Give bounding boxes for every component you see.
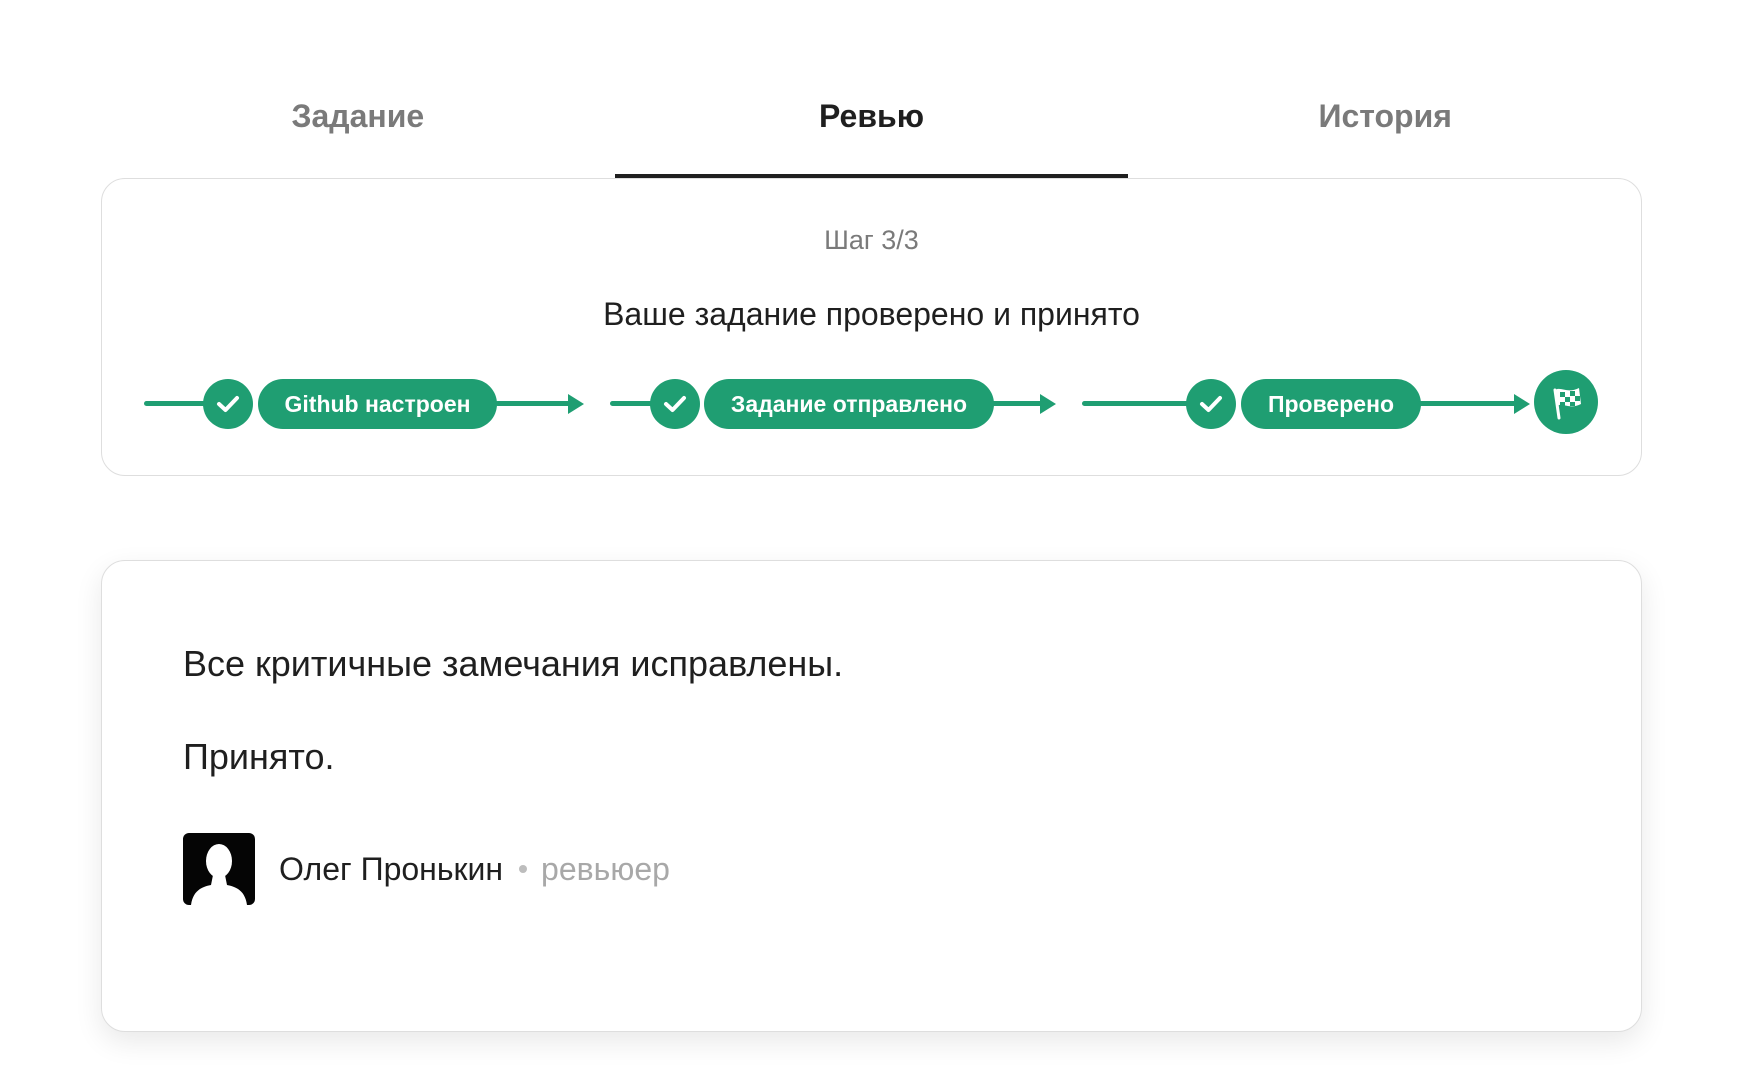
progress-line bbox=[990, 401, 1043, 406]
progress-line bbox=[1418, 401, 1518, 406]
status-title: Ваше задание проверено и принято bbox=[603, 296, 1140, 332]
step-label: Github настроен bbox=[284, 390, 471, 417]
step-check-circle bbox=[1186, 379, 1236, 429]
tab-task-label: Задание bbox=[291, 98, 425, 134]
tab-bar: Задание Ревью История bbox=[101, 55, 1642, 178]
finish-circle bbox=[1534, 370, 1598, 434]
arrow-icon bbox=[1040, 394, 1056, 414]
author-name[interactable]: Олег Пронькин bbox=[279, 851, 503, 888]
review-author: Олег Пронькин ревьюер bbox=[183, 833, 670, 905]
user-silhouette-icon bbox=[191, 844, 247, 905]
author-role: ревьюер bbox=[541, 850, 670, 887]
step-check-circle bbox=[203, 379, 253, 429]
arrow-icon bbox=[1514, 394, 1530, 414]
status-card: Шаг 3/3 Ваше задание проверено и принято… bbox=[101, 178, 1642, 476]
check-icon bbox=[217, 396, 239, 412]
tab-task[interactable]: Задание bbox=[101, 55, 615, 178]
check-icon bbox=[664, 396, 686, 412]
step-counter: Шаг 3/3 bbox=[824, 225, 919, 255]
step-pill-submitted: Задание отправлено bbox=[704, 379, 994, 429]
step-pill-github: Github настроен bbox=[258, 379, 497, 429]
progress-line bbox=[1082, 401, 1192, 406]
tab-review-label: Ревью bbox=[819, 98, 925, 134]
tab-history[interactable]: История bbox=[1128, 55, 1642, 178]
step-label: Проверено bbox=[1267, 390, 1395, 417]
check-icon bbox=[1200, 396, 1222, 412]
flag-icon bbox=[1553, 388, 1581, 420]
tab-history-label: История bbox=[1318, 98, 1452, 134]
step-label: Задание отправлено bbox=[730, 390, 968, 417]
arrow-icon bbox=[568, 394, 584, 414]
review-comment-paragraph: Все критичные замечания исправлены. bbox=[183, 643, 844, 684]
progress-line bbox=[144, 401, 210, 406]
avatar bbox=[183, 833, 255, 905]
step-pill-reviewed: Проверено bbox=[1241, 379, 1421, 429]
separator-dot bbox=[519, 865, 528, 873]
step-check-circle bbox=[650, 379, 700, 429]
progress-line bbox=[495, 401, 571, 406]
tab-review[interactable]: Ревью bbox=[614, 55, 1129, 178]
review-comment-paragraph: Принято. bbox=[183, 736, 335, 777]
review-card: Все критичные замечания исправлены. Прин… bbox=[101, 560, 1642, 1032]
